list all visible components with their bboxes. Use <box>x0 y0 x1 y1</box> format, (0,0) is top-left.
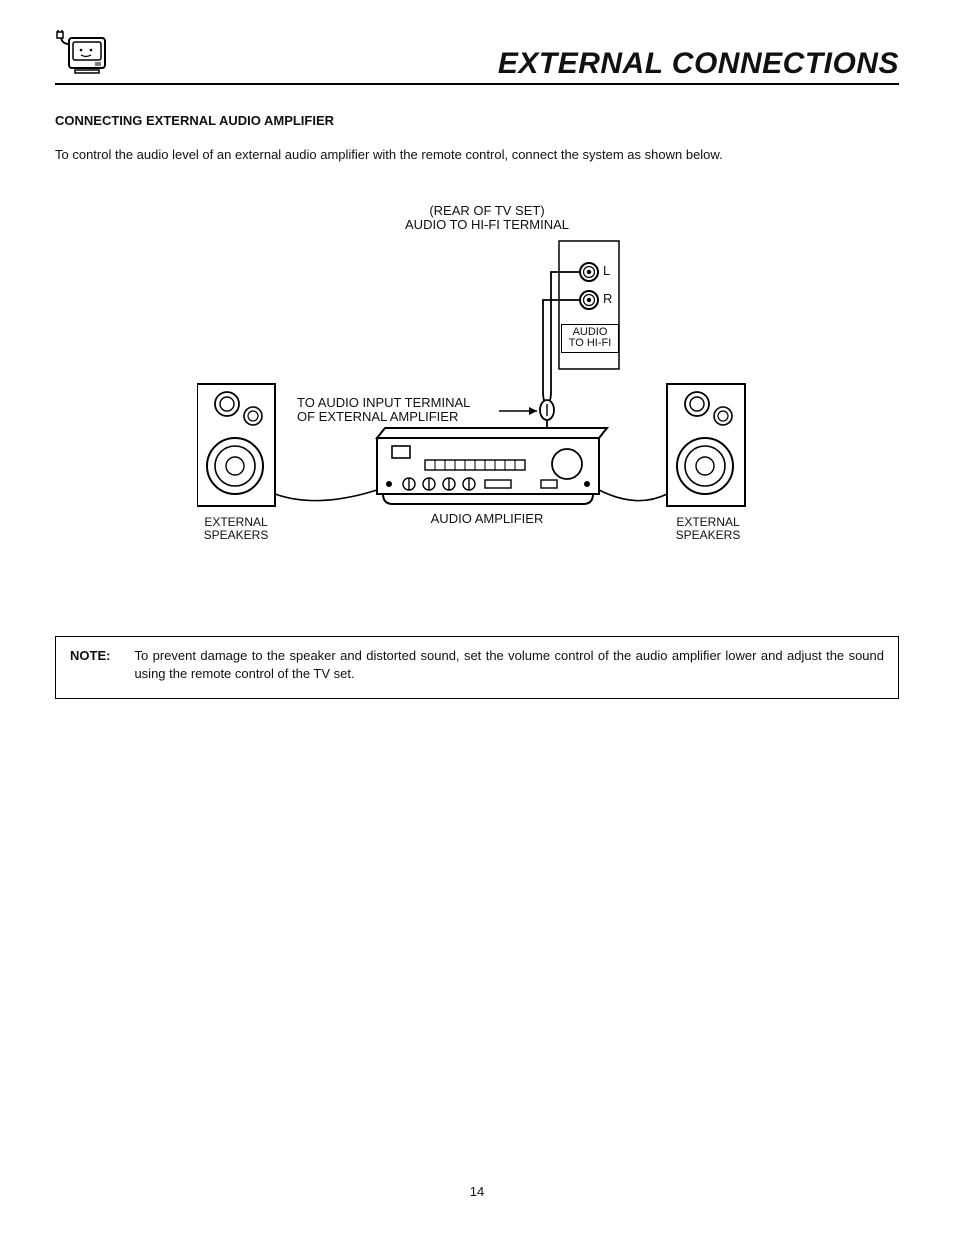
spk-left-line2: SPEAKERS <box>204 528 269 542</box>
connection-diagram: (REAR OF TV SET) AUDIO TO HI-FI TERMINAL… <box>55 204 899 564</box>
hifi-port-box: AUDIO TO HI-FI <box>561 324 619 353</box>
header-row: EXTERNAL CONNECTIONS <box>55 30 899 85</box>
tv-mascot-icon <box>55 30 111 81</box>
diagram-rear-line1: (REAR OF TV SET) <box>429 203 544 218</box>
callout-line1: TO AUDIO INPUT TERMINAL <box>297 395 470 410</box>
spk-left-line1: EXTERNAL <box>204 515 267 529</box>
left-speaker-icon <box>197 384 275 506</box>
spk-right-line1: EXTERNAL <box>676 515 739 529</box>
note-text: To prevent damage to the speaker and dis… <box>134 647 884 685</box>
right-speaker-label: EXTERNAL SPEAKERS <box>665 516 751 544</box>
jack-l-label: L <box>603 264 610 279</box>
amp-label: AUDIO AMPLIFIER <box>402 512 572 527</box>
diagram-callout: TO AUDIO INPUT TERMINAL OF EXTERNAL AMPL… <box>297 396 470 426</box>
right-speaker-icon <box>667 384 745 506</box>
page-title: EXTERNAL CONNECTIONS <box>498 47 899 81</box>
note-label: NOTE: <box>70 647 110 685</box>
page: EXTERNAL CONNECTIONS CONNECTING EXTERNAL… <box>0 0 954 1235</box>
section-heading: CONNECTING EXTERNAL AUDIO AMPLIFIER <box>55 113 899 128</box>
port-line2: TO HI-FI <box>569 337 612 349</box>
page-number: 14 <box>0 1184 954 1199</box>
left-speaker-label: EXTERNAL SPEAKERS <box>193 516 279 544</box>
diagram-rear-line2: AUDIO TO HI-FI TERMINAL <box>405 217 569 232</box>
diagram-rear-label: (REAR OF TV SET) AUDIO TO HI-FI TERMINAL <box>377 204 597 234</box>
jack-r-label: R <box>603 292 612 307</box>
section-body: To control the audio level of an externa… <box>55 146 899 164</box>
callout-line2: OF EXTERNAL AMPLIFIER <box>297 409 458 424</box>
spk-right-line2: SPEAKERS <box>676 528 741 542</box>
note-box: NOTE: To prevent damage to the speaker a… <box>55 636 899 700</box>
port-line1: AUDIO <box>573 326 608 338</box>
